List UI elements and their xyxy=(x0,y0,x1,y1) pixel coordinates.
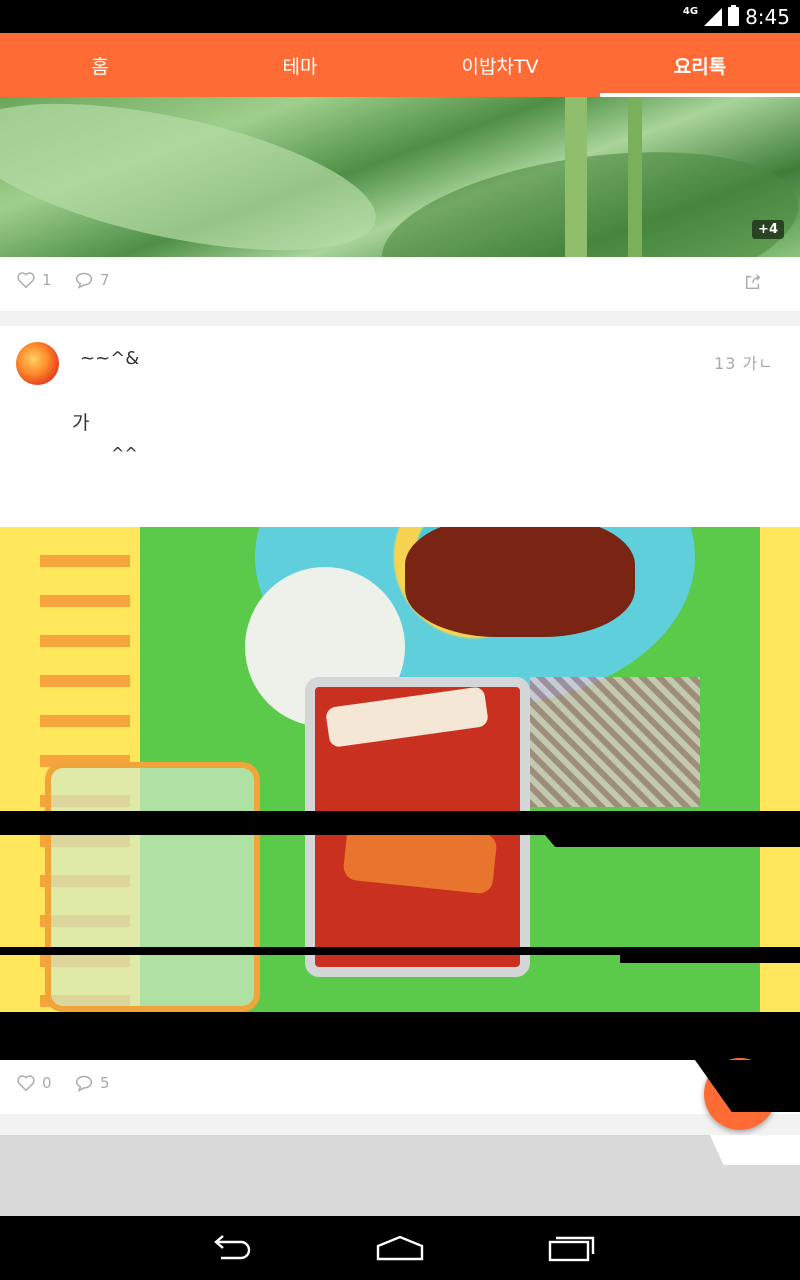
like-count: 1 xyxy=(42,271,52,289)
like-count: 0 xyxy=(42,1074,52,1092)
comment-button[interactable]: 5 xyxy=(74,1074,110,1092)
post-text-line: ^^ xyxy=(111,444,138,463)
render-glitch xyxy=(545,835,800,847)
photo-content xyxy=(760,527,800,1012)
photo-content xyxy=(565,97,587,257)
comment-button[interactable]: 7 xyxy=(74,271,110,289)
signal-icon xyxy=(704,7,723,26)
post-card-placeholder xyxy=(0,1135,800,1216)
comment-count: 5 xyxy=(100,1074,110,1092)
heart-icon xyxy=(17,1075,35,1092)
clock: 8:45 xyxy=(745,4,790,29)
author-name[interactable]: ~~^& xyxy=(80,348,139,369)
status-bar: 4G 8:45 xyxy=(0,0,800,33)
network-type: 4G xyxy=(682,5,699,17)
render-glitch xyxy=(620,955,800,963)
comment-icon xyxy=(75,1075,93,1092)
tab-home[interactable]: 홈 xyxy=(0,33,200,97)
share-icon[interactable] xyxy=(744,273,762,291)
post-photo[interactable]: +4 xyxy=(0,97,800,257)
avatar[interactable] xyxy=(16,342,59,385)
post-card[interactable]: ~~^& 13 가ㄴ 가 ^^ xyxy=(0,326,800,527)
comment-count: 7 xyxy=(100,271,110,289)
navigation-bar xyxy=(0,1216,800,1280)
post-photo[interactable] xyxy=(0,527,800,1012)
tab-ibapcha-tv[interactable]: 이밥차TV xyxy=(400,33,600,97)
render-glitch xyxy=(710,1135,800,1165)
like-button[interactable]: 1 xyxy=(16,271,52,289)
photo-content xyxy=(45,762,260,1012)
post-actions: 0 5 xyxy=(0,1060,800,1114)
comment-icon xyxy=(75,272,93,289)
post-text-line: 가 xyxy=(72,412,90,434)
heart-icon xyxy=(17,272,35,289)
recents-icon[interactable] xyxy=(547,1232,597,1264)
tab-yoritalk[interactable]: 요리톡 xyxy=(600,33,800,97)
tab-theme[interactable]: 테마 xyxy=(200,33,400,97)
post-time: 13 가ㄴ xyxy=(714,354,774,373)
render-glitch xyxy=(0,811,800,835)
photo-content xyxy=(628,97,642,257)
back-icon[interactable] xyxy=(205,1232,255,1264)
photo-content xyxy=(405,527,635,637)
status-indicators: 4G 8:45 xyxy=(683,4,790,29)
render-glitch xyxy=(0,1012,800,1060)
home-icon[interactable] xyxy=(375,1232,425,1264)
like-button[interactable]: 0 xyxy=(16,1074,52,1092)
photo-content xyxy=(0,97,388,257)
top-tab-bar: 홈 테마 이밥차TV 요리톡 xyxy=(0,33,800,97)
render-glitch xyxy=(0,947,800,955)
battery-icon xyxy=(728,5,740,26)
photo-content xyxy=(530,677,700,807)
post-actions: 1 7 xyxy=(0,257,800,311)
more-photos-badge: +4 xyxy=(752,220,784,239)
